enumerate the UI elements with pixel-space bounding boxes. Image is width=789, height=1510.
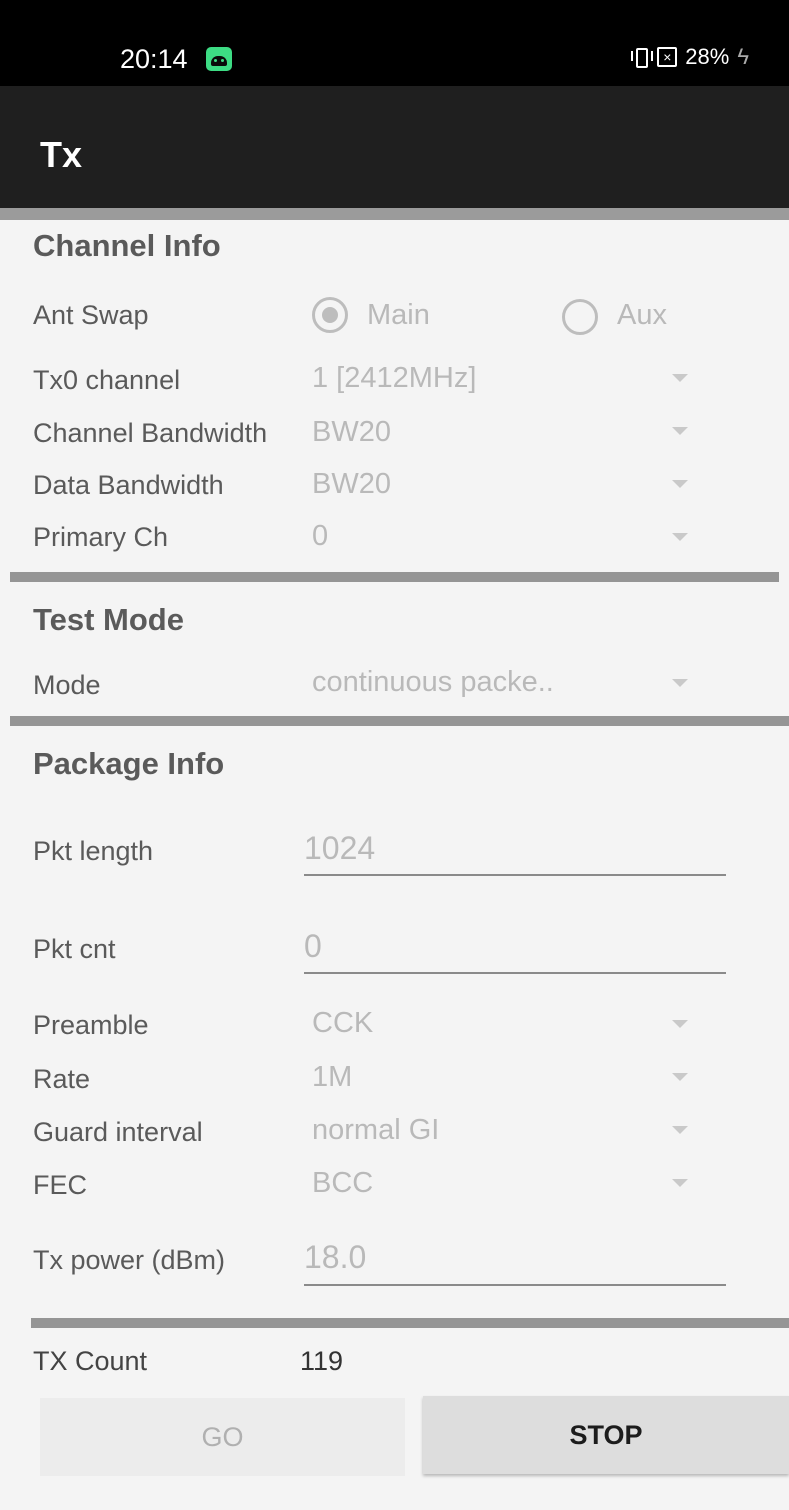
tx-power-label: Tx power (dBm) (33, 1245, 226, 1275)
section-title-package-info: Package Info (33, 746, 225, 781)
dropdown-arrow-icon (672, 1073, 688, 1081)
go-button[interactable]: GO (40, 1398, 405, 1476)
tx-count-value: 119 (300, 1346, 344, 1376)
mode-label: Mode (33, 670, 101, 700)
fec-label: FEC (33, 1170, 87, 1200)
mode-value: continuous packe.. (312, 666, 554, 698)
tx0-channel-label: Tx0 channel (33, 365, 181, 395)
dropdown-arrow-icon (672, 427, 688, 435)
guard-interval-label: Guard interval (33, 1117, 203, 1147)
section-divider (10, 716, 789, 726)
tx0-channel-value: 1 [2412MHz] (312, 362, 477, 394)
ant-swap-main-label: Main (367, 299, 430, 331)
pkt-length-underline (304, 874, 726, 876)
android-notification-icon (206, 47, 232, 71)
channel-bandwidth-value: BW20 (312, 416, 391, 448)
no-sim-icon: × (657, 47, 678, 67)
ant-swap-aux-radio[interactable] (562, 299, 598, 335)
section-divider (31, 1318, 789, 1328)
pkt-cnt-underline (304, 972, 726, 974)
page-title: Tx (40, 134, 83, 175)
vibrate-icon (631, 46, 654, 68)
primary-ch-value: 0 (312, 520, 329, 552)
section-divider (10, 572, 779, 582)
dropdown-arrow-icon (672, 1020, 688, 1028)
battery-percent: 28% (685, 44, 730, 69)
dropdown-arrow-icon (672, 679, 688, 687)
preamble-label: Preamble (33, 1010, 149, 1040)
dropdown-arrow-icon (672, 1126, 688, 1134)
channel-bandwidth-label: Channel Bandwidth (33, 418, 268, 448)
charging-icon: ϟ (737, 44, 749, 69)
rate-value: 1M (312, 1061, 353, 1093)
tx-power-underline (304, 1284, 726, 1286)
tx-power-input[interactable]: 18.0 (304, 1239, 366, 1276)
data-bandwidth-label: Data Bandwidth (33, 470, 224, 500)
ant-swap-label: Ant Swap (33, 300, 149, 330)
preamble-value: CCK (312, 1007, 374, 1039)
rate-label: Rate (33, 1064, 91, 1094)
guard-interval-value: normal GI (312, 1114, 440, 1146)
app-bar-divider (0, 208, 789, 220)
data-bandwidth-value: BW20 (312, 468, 391, 500)
tx-count-label: TX Count (33, 1346, 148, 1376)
dropdown-arrow-icon (672, 1179, 688, 1187)
stop-button[interactable]: STOP (423, 1396, 789, 1474)
pkt-length-label: Pkt length (33, 836, 154, 866)
dropdown-arrow-icon (672, 533, 688, 541)
section-title-channel-info: Channel Info (33, 228, 221, 263)
status-time: 20:14 (120, 44, 188, 74)
dropdown-arrow-icon (672, 374, 688, 382)
pkt-length-input[interactable]: 1024 (304, 830, 375, 867)
ant-swap-main-radio[interactable] (312, 297, 348, 333)
fec-value: BCC (312, 1167, 374, 1199)
status-bar: 20:14 × 28% ϟ (0, 0, 789, 86)
ant-swap-aux-label: Aux (617, 299, 667, 331)
section-title-test-mode: Test Mode (33, 602, 184, 637)
app-bar: Tx (0, 86, 789, 210)
status-icons: × 28% ϟ (631, 44, 749, 70)
pkt-cnt-input[interactable]: 0 (304, 928, 322, 965)
dropdown-arrow-icon (672, 480, 688, 488)
pkt-cnt-label: Pkt cnt (33, 934, 116, 964)
primary-ch-label: Primary Ch (33, 522, 169, 552)
